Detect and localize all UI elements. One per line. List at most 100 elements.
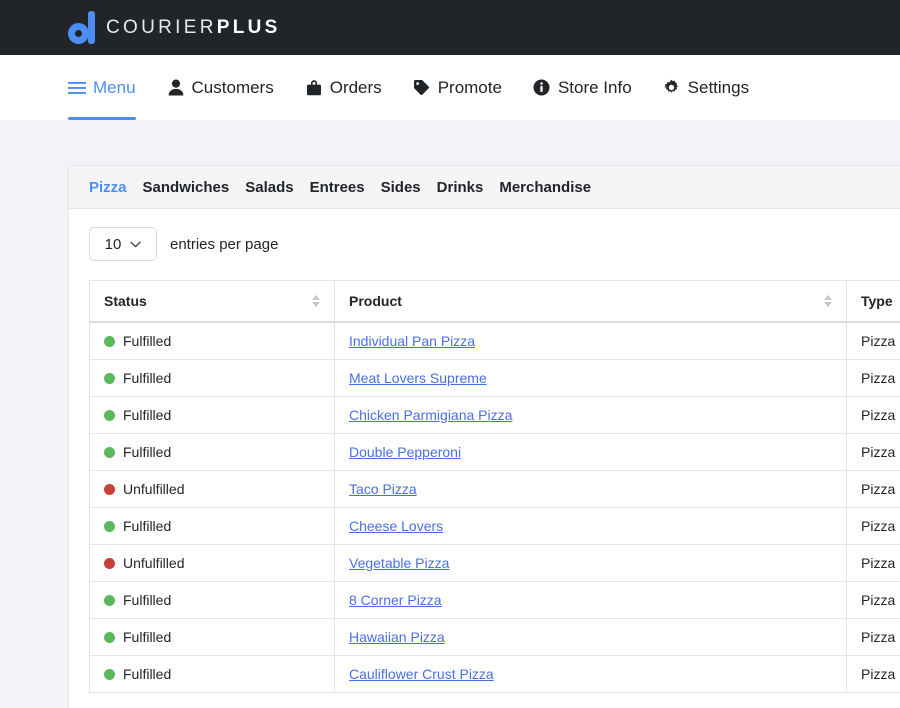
product-link[interactable]: 8 Corner Pizza	[349, 592, 442, 608]
entries-per-page-select[interactable]: 10	[89, 227, 157, 261]
gear-icon	[663, 79, 681, 97]
info-circle-icon	[533, 79, 551, 97]
page-content: Pizza Sandwiches Salads Entrees Sides Dr…	[0, 120, 900, 708]
table-head: Status Product Type	[89, 280, 900, 323]
entries-per-page-label: entries per page	[170, 235, 279, 253]
column-header-product[interactable]: Product	[334, 280, 847, 323]
logo-text-primary: COURIER	[106, 17, 217, 38]
table-body: Fulfilled Individual Pan Pizza Pizza Fulfil…	[89, 321, 900, 693]
nav-item-label: Customers	[191, 77, 274, 97]
nav-item-label: Promote	[437, 77, 502, 97]
cell-product: Hawaiian Pizza	[334, 618, 847, 656]
person-icon	[167, 79, 185, 97]
status-dot-icon	[104, 668, 115, 680]
product-link[interactable]: Vegetable Pizza	[349, 555, 449, 571]
nav-item-menu[interactable]: Menu	[68, 55, 136, 120]
table-row: Fulfilled Hawaiian Pizza Pizza	[89, 618, 900, 656]
main-navigation: Menu Customers Orders Promote Store Info…	[0, 55, 900, 120]
status-label: Fulfilled	[123, 518, 172, 534]
table-row: Unfulfilled Vegetable Pizza Pizza	[89, 544, 900, 582]
cell-product: Cauliflower Crust Pizza	[334, 655, 847, 693]
category-tab-sandwiches[interactable]: Sandwiches	[143, 179, 230, 196]
status-dot-icon	[104, 520, 115, 532]
nav-item-settings[interactable]: Settings	[663, 55, 749, 120]
table-row: Fulfilled 8 Corner Pizza Pizza	[89, 581, 900, 619]
product-link[interactable]: Individual Pan Pizza	[349, 333, 475, 349]
card-body: 10 entries per page Status Product Type …	[69, 209, 900, 708]
status-dot-icon	[104, 372, 115, 384]
status-dot-icon	[104, 409, 115, 421]
cell-product: Individual Pan Pizza	[334, 321, 847, 360]
table-row: Fulfilled Individual Pan Pizza Pizza	[89, 321, 900, 360]
status-dot-icon	[104, 335, 115, 347]
nav-item-label: Store Info	[557, 77, 632, 97]
table-row: Fulfilled Chicken Parmigiana Pizza Pizza	[89, 396, 900, 434]
nav-item-promote[interactable]: Promote	[413, 55, 502, 120]
cell-status: Fulfilled	[89, 655, 335, 693]
nav-item-label: Menu	[93, 77, 136, 97]
cell-status: Unfulfilled	[89, 544, 335, 582]
product-link[interactable]: Chicken Parmigiana Pizza	[349, 407, 512, 423]
product-link[interactable]: Taco Pizza	[349, 481, 417, 497]
logo[interactable]: COURIERPLUS	[68, 11, 281, 44]
cell-status: Fulfilled	[89, 321, 335, 360]
product-link[interactable]: Meat Lovers Supreme	[349, 370, 487, 386]
nav-item-label: Orders	[329, 77, 382, 97]
category-tab-drinks[interactable]: Drinks	[437, 179, 484, 196]
cell-product: 8 Corner Pizza	[334, 581, 847, 619]
cell-type: Pizza	[846, 433, 900, 471]
cell-status: Fulfilled	[89, 507, 335, 545]
status-label: Fulfilled	[123, 333, 172, 349]
category-tab-pizza[interactable]: Pizza	[89, 179, 127, 196]
cell-product: Double Pepperoni	[334, 433, 847, 471]
status-label: Unfulfilled	[123, 481, 185, 497]
cell-status: Fulfilled	[89, 581, 335, 619]
product-link[interactable]: Hawaiian Pizza	[349, 629, 445, 645]
product-link[interactable]: Double Pepperoni	[349, 444, 461, 460]
products-table: Status Product Type Fulfilled Individual…	[89, 280, 900, 693]
column-header-label: Type	[861, 293, 893, 309]
cell-type: Pizza	[846, 470, 900, 508]
cell-status: Fulfilled	[89, 433, 335, 471]
cell-status: Unfulfilled	[89, 470, 335, 508]
bag-icon	[305, 79, 323, 97]
column-header-label: Product	[349, 293, 402, 309]
sort-arrows-icon[interactable]	[824, 295, 832, 307]
column-header-label: Status	[104, 293, 147, 309]
nav-item-store-info[interactable]: Store Info	[533, 55, 632, 120]
status-label: Unfulfilled	[123, 555, 185, 571]
status-dot-icon	[104, 594, 115, 606]
category-tab-entrees[interactable]: Entrees	[310, 179, 365, 196]
cell-type: Pizza	[846, 655, 900, 693]
cell-status: Fulfilled	[89, 618, 335, 656]
category-tab-sides[interactable]: Sides	[381, 179, 421, 196]
cell-product: Cheese Lovers	[334, 507, 847, 545]
cell-type: Pizza	[846, 396, 900, 434]
status-label: Fulfilled	[123, 370, 172, 386]
logo-text: COURIERPLUS	[106, 18, 281, 37]
cell-product: Meat Lovers Supreme	[334, 359, 847, 397]
nav-item-orders[interactable]: Orders	[305, 55, 382, 120]
category-tab-merchandise[interactable]: Merchandise	[499, 179, 591, 196]
cell-status: Fulfilled	[89, 359, 335, 397]
status-label: Fulfilled	[123, 444, 172, 460]
cell-type: Pizza	[846, 581, 900, 619]
logo-text-secondary: PLUS	[216, 17, 281, 38]
table-header-row: Status Product Type	[89, 280, 900, 323]
tag-icon	[413, 79, 431, 97]
table-footer-info: Showing 1 to 10 of 20 entries	[89, 693, 900, 708]
cell-product: Taco Pizza	[334, 470, 847, 508]
cell-type: Pizza	[846, 618, 900, 656]
sort-arrows-icon[interactable]	[312, 295, 320, 307]
active-nav-underline	[68, 117, 136, 120]
hamburger-icon	[68, 79, 86, 97]
product-link[interactable]: Cauliflower Crust Pizza	[349, 666, 494, 682]
nav-item-customers[interactable]: Customers	[167, 55, 274, 120]
column-header-status[interactable]: Status	[89, 280, 335, 323]
cell-status: Fulfilled	[89, 396, 335, 434]
courierplus-d-logo-icon	[68, 11, 95, 44]
product-link[interactable]: Cheese Lovers	[349, 518, 443, 534]
category-tab-salads[interactable]: Salads	[245, 179, 293, 196]
status-label: Fulfilled	[123, 629, 172, 645]
column-header-type[interactable]: Type	[846, 280, 900, 323]
